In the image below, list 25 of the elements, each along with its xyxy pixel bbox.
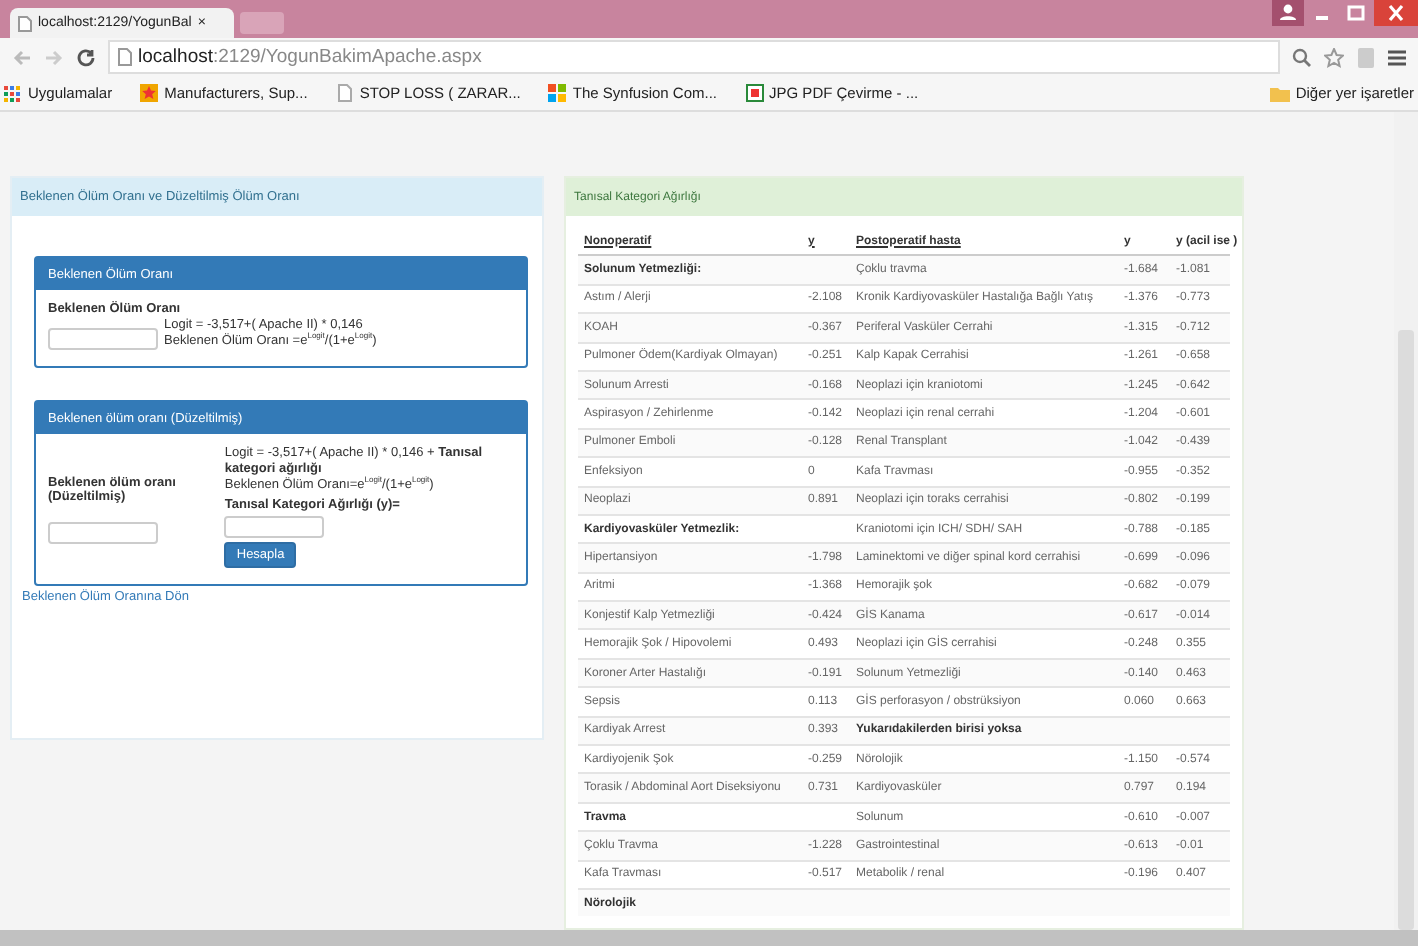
reload-icon[interactable] [76, 47, 96, 67]
page-icon [335, 84, 354, 102]
menu-icon[interactable] [1388, 47, 1406, 67]
horizontal-scrollbar[interactable] [0, 930, 1418, 946]
close-icon[interactable] [1374, 0, 1418, 26]
grid-logo-icon [548, 84, 567, 102]
page-icon [118, 48, 132, 66]
url-text: localhost:2129/YogunBakimApache.aspx [138, 46, 482, 68]
star-icon[interactable] [1324, 47, 1344, 67]
address-bar[interactable]: localhost:2129/YogunBakimApache.aspx [108, 40, 1280, 74]
scrollbar-thumb[interactable] [1398, 330, 1414, 930]
back-icon[interactable] [12, 47, 32, 67]
input-field[interactable] [48, 522, 158, 544]
input-field[interactable] [224, 516, 325, 538]
folder-icon [1269, 85, 1290, 101]
forward-icon[interactable] [44, 47, 64, 67]
input-field[interactable] [48, 328, 158, 350]
user-icon[interactable] [1272, 0, 1304, 26]
star-logo-icon [140, 84, 159, 102]
page-icon [18, 15, 32, 31]
document-icon [745, 84, 764, 102]
extension-icon[interactable] [1356, 45, 1376, 69]
new-tab-button[interactable] [240, 12, 284, 34]
apps-grid-icon [4, 84, 22, 102]
zoom-icon[interactable] [1292, 47, 1312, 67]
